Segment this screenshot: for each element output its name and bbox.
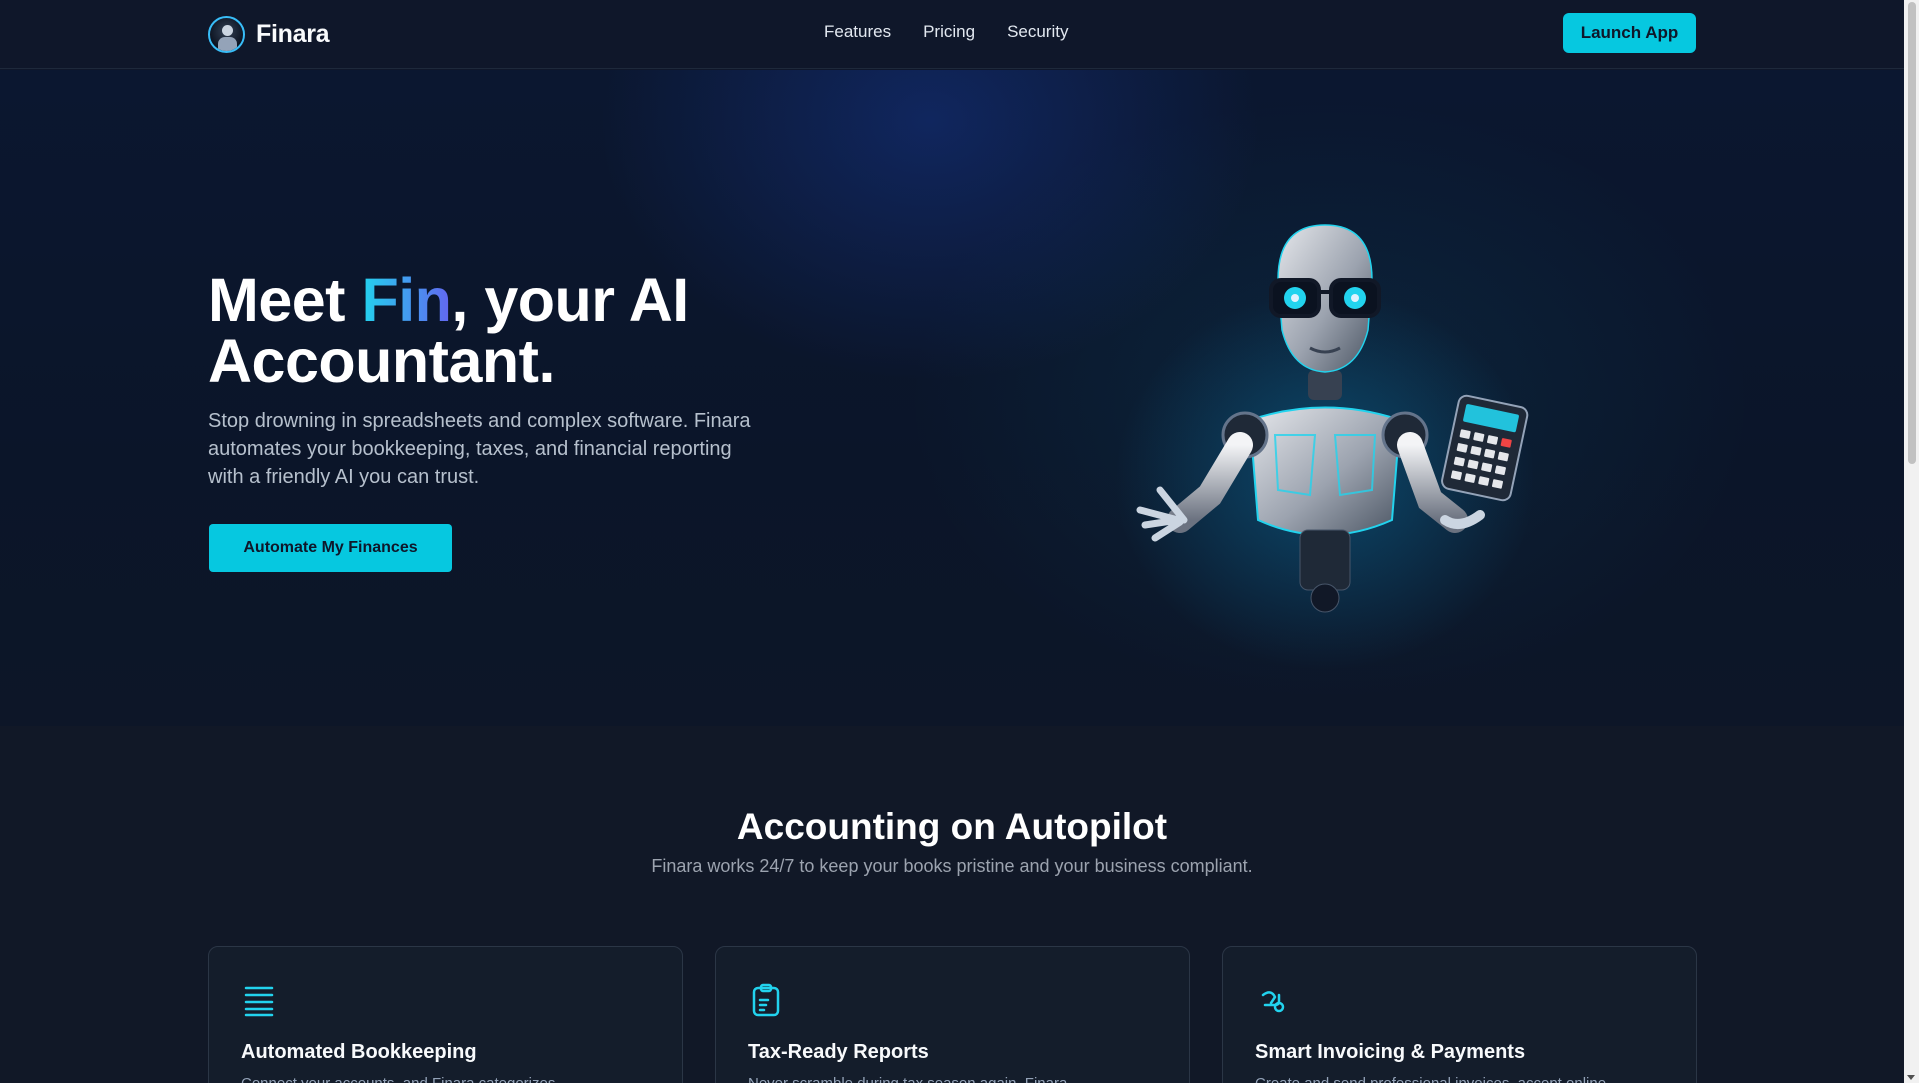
- feature-card-title: Tax-Ready Reports: [748, 1041, 929, 1063]
- feature-card-invoicing[interactable]: Smart Invoicing & Payments Create and se…: [1222, 946, 1697, 1083]
- ledger-lines-icon: [244, 986, 274, 1017]
- clipboard-report-icon: [752, 983, 780, 1017]
- feature-card-bookkeeping[interactable]: Automated Bookkeeping Connect your accou…: [208, 946, 683, 1083]
- top-navbar: Finara Features Pricing Security Launch …: [0, 0, 1904, 69]
- feature-card-title: Automated Bookkeeping: [241, 1041, 477, 1063]
- hero-title-prefix: Meet: [208, 266, 362, 334]
- nav-link-security[interactable]: Security: [1007, 22, 1068, 42]
- robot-illustration: [1100, 220, 1580, 670]
- nav-link-features[interactable]: Features: [824, 22, 891, 42]
- brand-name: Finara: [256, 19, 330, 48]
- features-section: Accounting on Autopilot Finara works 24/…: [0, 726, 1904, 1083]
- feature-card-desc: Create and send professional invoices, a…: [1255, 1075, 1675, 1083]
- features-title: Accounting on Autopilot: [736, 806, 1168, 847]
- feature-card-desc: Never scramble during tax season again. …: [748, 1075, 1168, 1083]
- hero-title-accent: Fin: [361, 266, 452, 334]
- feature-card-tax-reports[interactable]: Tax-Ready Reports Never scramble during …: [715, 946, 1190, 1083]
- feature-card-desc: Connect your accounts, and Finara catego…: [241, 1075, 661, 1083]
- features-subtitle: Finara works 24/7 to keep your books pri…: [651, 856, 1253, 876]
- hero-subtitle: Stop drowning in spreadsheets and comple…: [208, 410, 751, 488]
- scroll-down-arrow-icon[interactable]: [1907, 1075, 1915, 1080]
- robot-avatar-icon: [208, 15, 245, 53]
- page-scrollbar[interactable]: [1904, 0, 1919, 1083]
- launch-app-button[interactable]: Launch App: [1563, 13, 1696, 53]
- automate-finances-button[interactable]: Automate My Finances: [209, 524, 452, 572]
- hero-section: Meet Fin, your AI Accountant. Stop drown…: [0, 70, 1904, 726]
- hero-title: Meet Fin, your AI Accountant.: [208, 270, 848, 392]
- hand-coin-icon: [1261, 991, 1285, 1013]
- brand-logo[interactable]: Finara: [208, 14, 330, 54]
- feature-card-title: Smart Invoicing & Payments: [1255, 1041, 1526, 1063]
- robot-mascot-icon: [1115, 224, 1535, 670]
- scrollbar-thumb[interactable]: [1908, 2, 1916, 464]
- nav-links: Features Pricing Security: [824, 22, 1100, 42]
- nav-link-pricing[interactable]: Pricing: [923, 22, 975, 42]
